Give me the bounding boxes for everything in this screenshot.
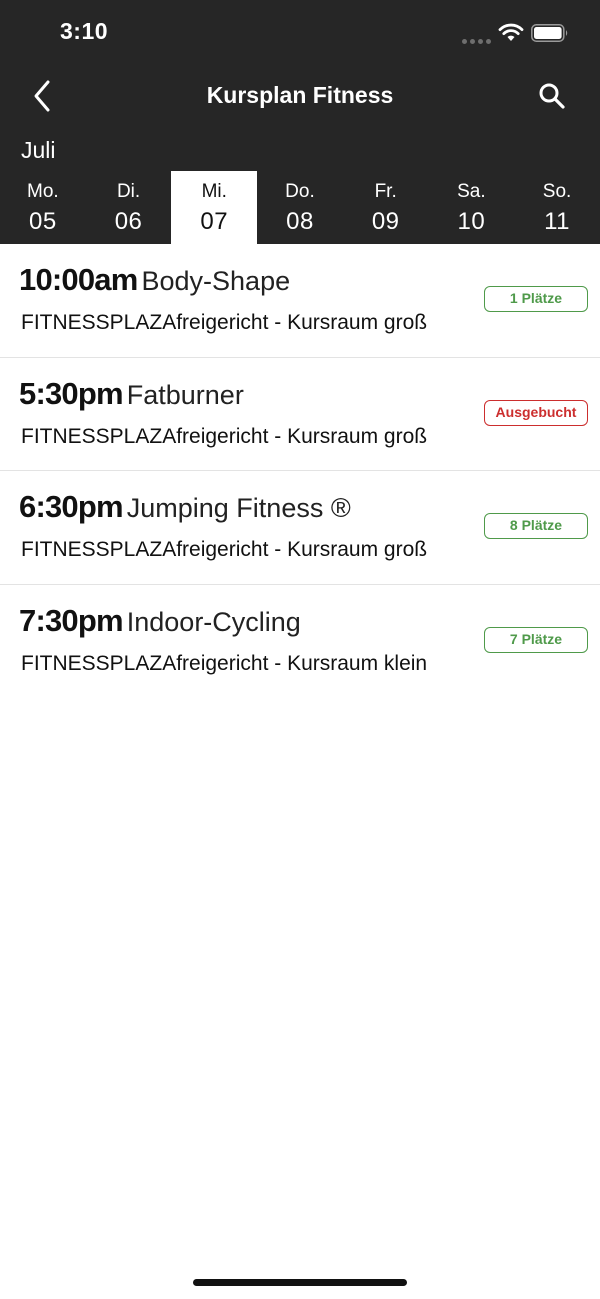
day-tab-weekday: Sa. (457, 181, 486, 202)
availability-badge: 7 Plätze (484, 626, 588, 653)
course-time: 6:30pm (19, 489, 124, 524)
day-tab-date: 11 (544, 208, 571, 235)
course-time: 5:30pm (19, 375, 124, 411)
day-tab-date: 09 (371, 208, 400, 235)
app-header: 3:10 Kursplan Fitness Juli Mo. 05 Di. 06… (0, 0, 600, 244)
course-heading: 5:30pm Fatburner (19, 376, 244, 412)
day-tab-date: 06 (114, 208, 143, 235)
day-selector: Mo. 05 Di. 06 Mi. 07 Do. 08 Fr. 09 Sa. 10 So. 11 (0, 171, 600, 244)
course-row[interactable]: 5:30pm Fatburner FITNESSPLAZAfreigericht -… (0, 358, 600, 471)
day-tab-date: 05 (29, 208, 57, 235)
day-tab-weekday: So. (542, 181, 572, 202)
course-location: FITNESSPLAZAfreigericht - Kursraum klein (21, 651, 428, 675)
course-heading: 6:30pm Jumping Fitness ® (19, 489, 351, 525)
course-row[interactable]: 7:30pm Indoor-Cycling FITNESSPLAZAfreigeri… (0, 585, 600, 699)
day-tab-weekday: Di. (116, 181, 141, 202)
page-title: Kursplan Fitness (206, 82, 394, 108)
availability-badge: Ausgebucht (484, 399, 588, 426)
day-tab-weekday: Mi. (201, 181, 227, 202)
wifi-icon (498, 23, 524, 41)
day-tab[interactable]: So. 11 (514, 171, 600, 244)
course-row[interactable]: 6:30pm Jumping Fitness ® FITNESSPLAZAfreig… (0, 471, 600, 585)
navigation-bar: Kursplan Fitness (0, 66, 600, 126)
course-heading: 7:30pm Indoor-Cycling (19, 603, 301, 639)
course-time: 7:30pm (19, 602, 124, 638)
day-tab-date: 08 (286, 208, 314, 235)
home-indicator (193, 1279, 407, 1286)
availability-badge: 1 Plätze (484, 286, 588, 312)
course-heading: 10:00am Body-Shape (19, 262, 290, 298)
status-time: 3:10 (60, 18, 109, 44)
day-tab-date: 07 (200, 208, 229, 235)
cellular-signal-icon (462, 34, 492, 44)
course-location: FITNESSPLAZAfreigericht - Kursraum groß (21, 424, 428, 448)
status-bar: 3:10 (0, 0, 600, 64)
search-button[interactable] (534, 78, 570, 114)
day-tab[interactable]: Fr. 09 (343, 171, 429, 244)
course-location: FITNESSPLAZAfreigericht - Kursraum groß (21, 538, 428, 561)
course-time: 10:00am (19, 262, 138, 297)
availability-badge: 8 Plätze (484, 513, 588, 539)
course-name: Fatburner (126, 379, 244, 410)
magnifier-icon (539, 83, 565, 109)
day-tab[interactable]: Mi. 07 (171, 171, 258, 244)
day-tab-date: 10 (457, 208, 486, 235)
day-tab-weekday: Fr. (374, 181, 397, 202)
course-name: Indoor-Cycling (126, 606, 301, 637)
day-tab[interactable]: Do. 08 (257, 171, 343, 244)
day-tab[interactable]: Sa. 10 (429, 171, 515, 244)
day-tab[interactable]: Di. 06 (86, 171, 172, 244)
course-name: Jumping Fitness ® (126, 493, 351, 523)
course-name: Body-Shape (141, 266, 291, 296)
day-tab-weekday: Mo. (27, 181, 59, 202)
battery-icon (531, 24, 568, 42)
course-list: 10:00am Body-Shape FITNESSPLAZAfreigericht… (0, 244, 600, 698)
course-location: FITNESSPLAZAfreigericht - Kursraum groß (21, 311, 428, 334)
day-tab[interactable]: Mo. 05 (0, 171, 86, 244)
day-tab-weekday: Do. (285, 181, 315, 202)
course-row[interactable]: 10:00am Body-Shape FITNESSPLAZAfreigericht… (0, 244, 600, 358)
month-label: Juli (21, 137, 56, 163)
